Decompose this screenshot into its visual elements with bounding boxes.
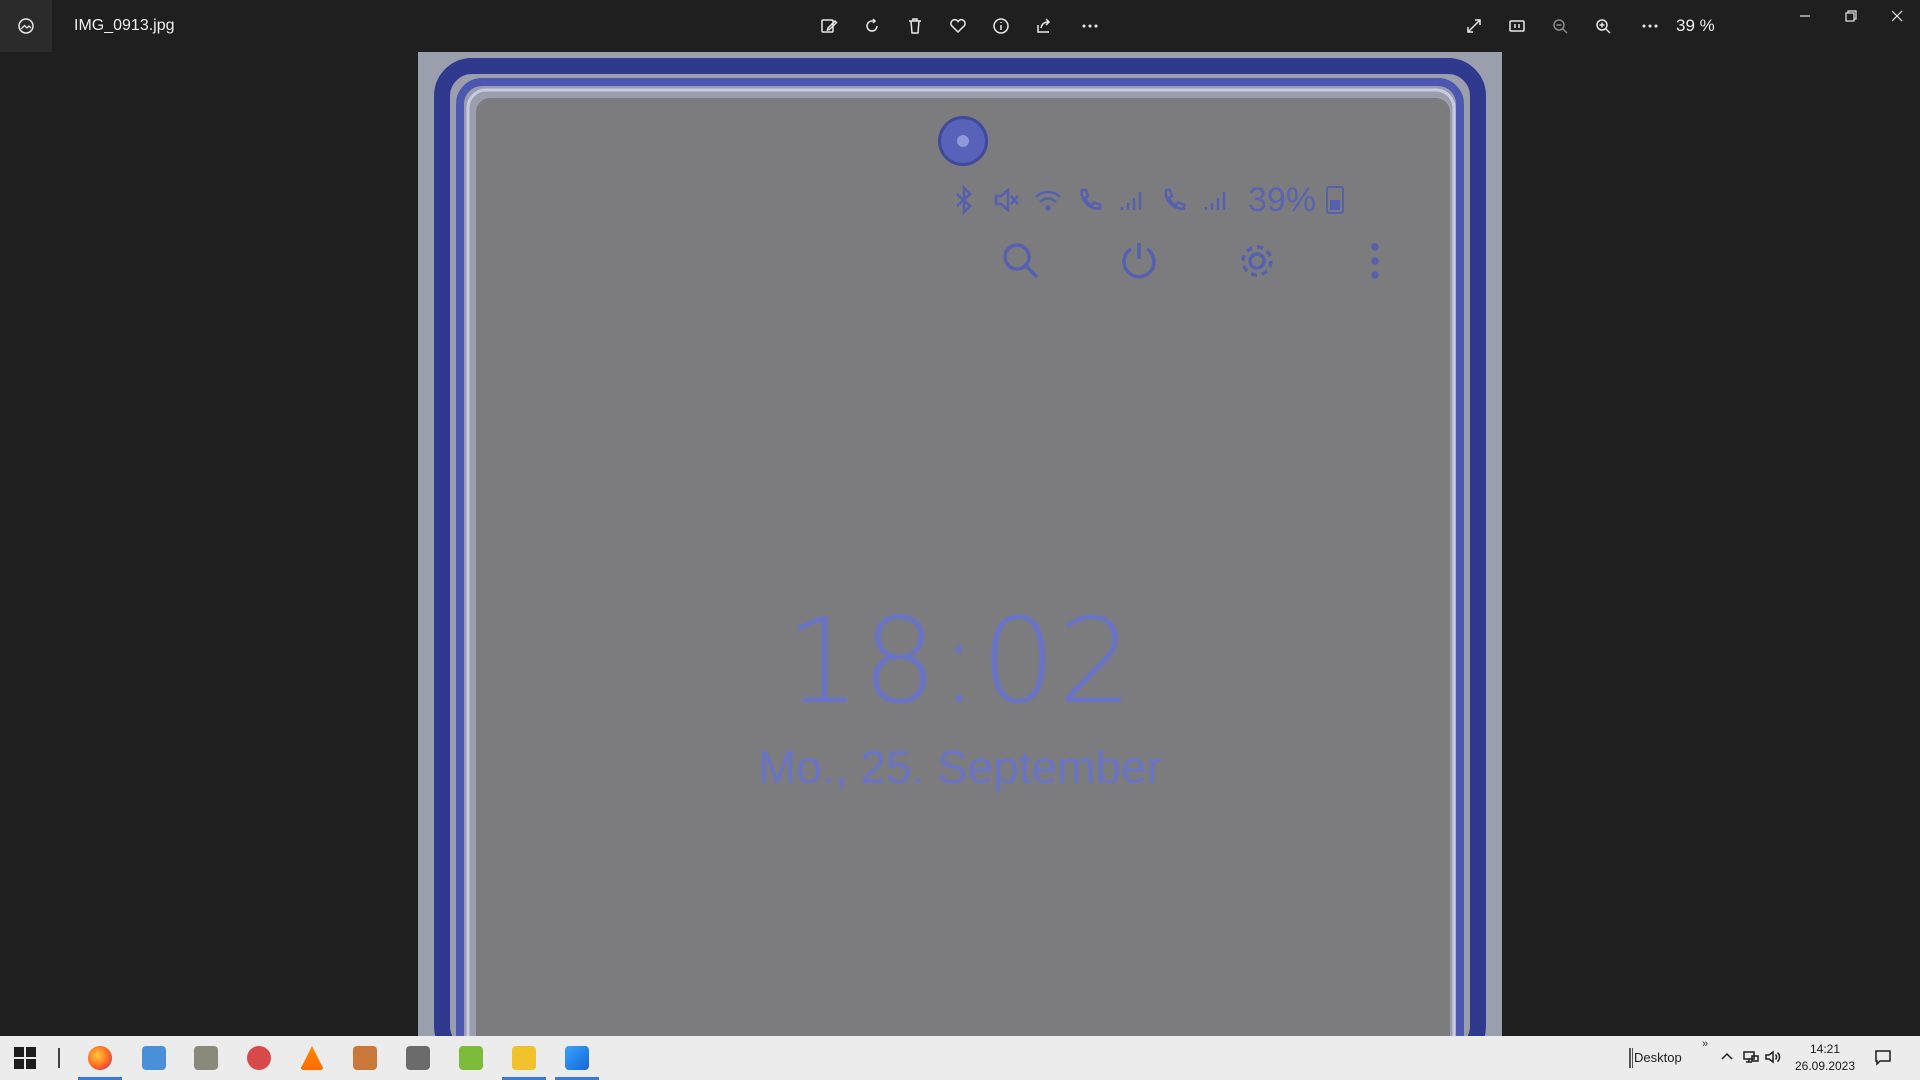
- front-camera: [938, 116, 988, 166]
- notification-icon: [1875, 1050, 1891, 1066]
- taskbar-photos[interactable]: [551, 1036, 603, 1080]
- delete-icon: [909, 18, 921, 34]
- actual-size-button[interactable]: [1503, 12, 1531, 40]
- more-vertical-icon: [1371, 243, 1379, 279]
- more-button[interactable]: [1076, 12, 1104, 40]
- laptop-icon: [142, 1046, 166, 1070]
- rotate-button[interactable]: [858, 12, 886, 40]
- favorite-button[interactable]: [944, 12, 972, 40]
- minimize-icon: [1800, 15, 1810, 17]
- firefox-icon: [88, 1046, 112, 1070]
- info-icon: [993, 18, 1009, 34]
- zoom-in-button[interactable]: [1589, 12, 1617, 40]
- taskbar-network-app[interactable]: [392, 1036, 444, 1080]
- zoom-more-button[interactable]: [1636, 12, 1664, 40]
- zoom-level[interactable]: 39 %: [1676, 16, 1715, 36]
- network-icon: [406, 1046, 430, 1070]
- call-2-icon: [1164, 188, 1186, 210]
- phone-date: Mo., 25. September: [758, 741, 1162, 793]
- taskbar-archive-app[interactable]: [339, 1036, 391, 1080]
- delete-button[interactable]: [901, 12, 929, 40]
- zoom-out-icon: [1553, 19, 1568, 34]
- phone-settings-button[interactable]: [1234, 238, 1280, 284]
- windows-logo-icon: [14, 1059, 24, 1069]
- notepad-icon: [459, 1046, 483, 1070]
- folder-icon: [512, 1046, 536, 1070]
- edit-icon: [821, 19, 838, 33]
- phone-search-button[interactable]: [998, 238, 1044, 284]
- minimize-button[interactable]: [1782, 0, 1828, 32]
- favorite-icon: [950, 18, 966, 34]
- windows-logo-icon: [14, 1047, 24, 1057]
- taskbar-laptop-app[interactable]: [128, 1036, 180, 1080]
- tray-time: 14:21: [1809, 1042, 1841, 1056]
- archive-icon: [353, 1046, 377, 1070]
- more-icon: [1082, 24, 1098, 28]
- taskbar-notepad-app[interactable]: [445, 1036, 497, 1080]
- search-icon: [1003, 243, 1039, 279]
- windows-logo-icon: [26, 1047, 36, 1057]
- phone-status-bar: 39%: [948, 180, 1345, 220]
- share-icon: [1037, 18, 1051, 33]
- phone-power-button[interactable]: [1116, 238, 1162, 284]
- photos-app-icon[interactable]: [0, 0, 52, 52]
- photo-canvas[interactable]: 39% 18:02 Mo., 25. September: [418, 52, 1502, 1036]
- desktop-toolbar-label[interactable]: Desktop: [1634, 1050, 1682, 1065]
- close-icon: [1891, 10, 1903, 22]
- wifi-call-icon: [1035, 190, 1061, 211]
- power-icon: [1122, 243, 1156, 279]
- phone-quick-actions: [998, 238, 1398, 294]
- mute-icon: [994, 187, 1019, 213]
- actual-size-icon: [1509, 20, 1525, 32]
- battery-percent: 39%: [1248, 180, 1317, 219]
- taskbar-firefox[interactable]: [74, 1036, 126, 1080]
- tray-date: 26.09.2023: [1794, 1059, 1856, 1073]
- vlc-icon: [300, 1046, 324, 1070]
- file-name: IMG_0913.jpg: [74, 17, 175, 34]
- toolbar-chevron-icon[interactable]: »: [1702, 1038, 1708, 1050]
- photos-icon: [565, 1046, 589, 1070]
- battery-icon: [1326, 186, 1345, 214]
- taskbar-paint-app[interactable]: [233, 1036, 285, 1080]
- zoom-in-icon: [1596, 19, 1611, 34]
- title-bar: IMG_0913.jpg 39 %: [0, 0, 1920, 52]
- scanner-icon: [194, 1046, 218, 1070]
- edit-button[interactable]: [815, 12, 843, 40]
- info-button[interactable]: [987, 12, 1015, 40]
- restore-button[interactable]: [1828, 0, 1874, 32]
- network-tray-button[interactable]: [1742, 1048, 1762, 1068]
- rotate-icon: [866, 18, 878, 32]
- signal-2-icon: [1204, 192, 1226, 210]
- start-button[interactable]: [14, 1047, 36, 1069]
- image-viewer: 39% 18:02 Mo., 25. September: [0, 52, 1920, 1036]
- signal-icon: [1120, 192, 1142, 210]
- more-icon: [1642, 24, 1658, 28]
- tray-separator: [1632, 1048, 1633, 1068]
- fullscreen-button[interactable]: [1460, 12, 1488, 40]
- chevron-up-icon: [1721, 1052, 1733, 1060]
- call-icon: [1080, 188, 1102, 210]
- paint-icon: [247, 1046, 271, 1070]
- restore-icon: [1845, 10, 1857, 22]
- zoom-out-button[interactable]: [1546, 12, 1574, 40]
- photos-icon: [18, 18, 34, 34]
- settings-icon: [1241, 245, 1273, 277]
- windows-logo-icon: [26, 1059, 36, 1069]
- phone-more-button[interactable]: [1352, 238, 1398, 284]
- taskbar-vlc[interactable]: [286, 1036, 338, 1080]
- show-hidden-icons-button[interactable]: [1718, 1048, 1738, 1068]
- taskbar-separator: [58, 1048, 60, 1068]
- taskbar-scanner-app[interactable]: [180, 1036, 232, 1080]
- share-button[interactable]: [1030, 12, 1058, 40]
- close-button[interactable]: [1874, 0, 1920, 32]
- tray-separator: [1629, 1048, 1631, 1068]
- phone-clock: 18:02: [784, 592, 1136, 730]
- fullscreen-icon: [1467, 19, 1481, 33]
- taskbar: Desktop » 14:21 26.09.2023: [0, 1036, 1920, 1080]
- tray-clock[interactable]: 14:21 26.09.2023: [1780, 1041, 1870, 1075]
- notification-center-button[interactable]: [1874, 1048, 1894, 1068]
- network-icon: [1743, 1051, 1759, 1063]
- bluetooth-icon: [956, 184, 972, 216]
- taskbar-file-explorer[interactable]: [498, 1036, 550, 1080]
